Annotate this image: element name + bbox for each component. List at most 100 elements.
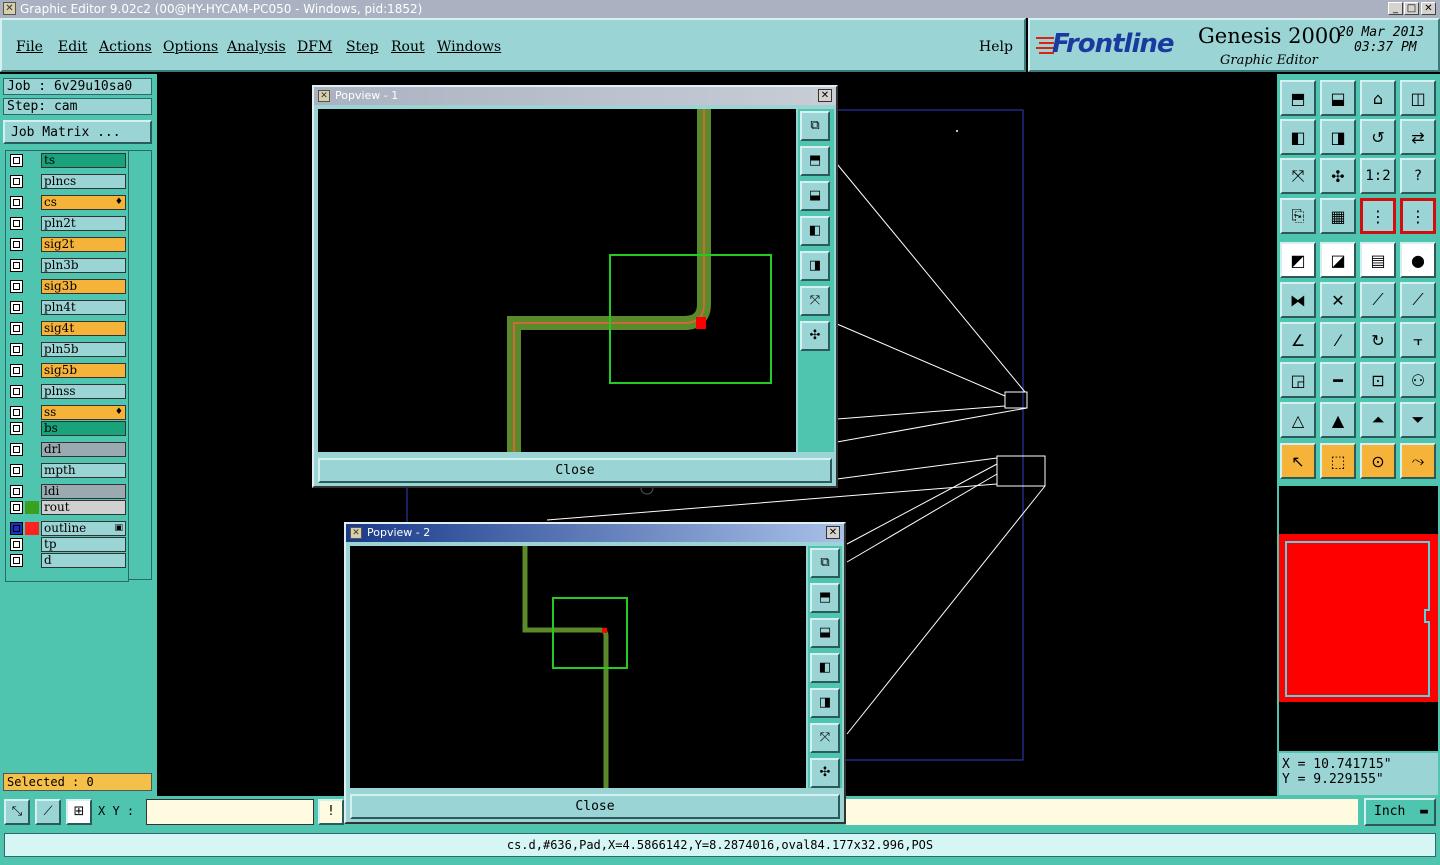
layer-row-plncs[interactable]: plncs — [8, 174, 126, 189]
snap-tool-icon[interactable]: ⎘ — [1280, 198, 1316, 234]
popview-zoom-out-icon[interactable]: ✣ — [810, 758, 840, 788]
ruler-icon[interactable]: ▤ — [1360, 242, 1396, 278]
window-icon[interactable]: ◫ — [1400, 80, 1436, 116]
layer-row-ldi[interactable]: ldi — [8, 484, 126, 499]
layer-checkbox[interactable] — [10, 522, 23, 535]
snap-icon[interactable]: ⤡ — [4, 799, 30, 825]
pad-node-icon[interactable]: ◲ — [1280, 362, 1316, 398]
layer-name[interactable]: sig3b — [41, 279, 126, 294]
zoom-home-icon[interactable]: ⬒ — [1280, 80, 1316, 116]
layer-name[interactable]: drl — [41, 442, 126, 457]
pointer-circle-icon[interactable]: ⊙ — [1360, 443, 1396, 479]
center-view-icon[interactable]: ✣ — [1320, 158, 1356, 194]
layer-row-pln5b[interactable]: pln5b — [8, 342, 126, 357]
popview-1-close-button[interactable]: Close — [318, 458, 832, 483]
popview-1-window[interactable]: ✕ Popview - 1 ✕ ⧉ ⬒ ⬓ ◧ ◨ ⤧ ✣ Close — [312, 85, 838, 488]
layer-name[interactable]: pln2t — [41, 216, 126, 231]
layer-row-cs[interactable]: cs ♦ — [8, 195, 126, 210]
menu-actions[interactable]: Actions — [99, 39, 152, 55]
layer-name[interactable]: pln5b — [41, 342, 126, 357]
xy-input[interactable] — [146, 799, 314, 825]
popview-2-canvas[interactable] — [350, 546, 806, 788]
popview-pan-up-icon[interactable]: ⬒ — [800, 146, 830, 176]
layer-checkbox[interactable] — [10, 554, 23, 567]
layer-checkbox[interactable] — [10, 217, 23, 230]
triangle-red-icon[interactable]: ⏷ — [1400, 402, 1436, 438]
warning-icon[interactable]: ! — [318, 799, 344, 825]
zoom-ratio-icon[interactable]: 1:2 — [1360, 158, 1396, 194]
cross-node-icon[interactable]: ✕ — [1320, 282, 1356, 318]
layer-row-sig5b[interactable]: sig5b — [8, 363, 126, 378]
overview-map[interactable] — [1279, 486, 1438, 751]
layer-name[interactable]: tp — [41, 537, 126, 552]
connect-nodes-icon[interactable]: ⧓ — [1280, 282, 1316, 318]
menu-windows[interactable]: Windows — [437, 39, 501, 55]
pointer-box-icon[interactable]: ⬚ — [1320, 443, 1356, 479]
draw-line-icon[interactable]: ◪ — [1320, 242, 1356, 278]
popview-pan-left-icon[interactable]: ◧ — [810, 653, 840, 683]
menu-rout[interactable]: Rout — [391, 39, 425, 55]
layer-row-sig3b[interactable]: sig3b — [8, 279, 126, 294]
popview-zoom-in-icon[interactable]: ⤧ — [800, 286, 830, 316]
pan-down-icon[interactable]: ⬓ — [1320, 80, 1356, 116]
layer-row-plnss[interactable]: plnss — [8, 384, 126, 399]
layer-checkbox[interactable] — [10, 364, 23, 377]
layer-row-pln3b[interactable]: pln3b — [8, 258, 126, 273]
popview-pan-up-icon[interactable]: ⬒ — [810, 583, 840, 613]
layer-name[interactable]: sig5b — [41, 363, 126, 378]
flip-icon[interactable]: ⇄ — [1400, 119, 1436, 155]
layer-checkbox[interactable] — [10, 301, 23, 314]
fit-view-icon[interactable]: ⤧ — [1280, 158, 1316, 194]
layer-row-sig2t[interactable]: sig2t — [8, 237, 126, 252]
group-circles-icon[interactable]: ⚇ — [1400, 362, 1436, 398]
pan-left-icon[interactable]: ◧ — [1280, 119, 1316, 155]
maximize-button[interactable]: □ — [1404, 2, 1419, 15]
grid-snap-icon[interactable]: ⊡ — [1360, 362, 1396, 398]
layer-checkbox[interactable] — [10, 343, 23, 356]
popview-pan-down-icon[interactable]: ⬓ — [810, 618, 840, 648]
layer-row-outline[interactable]: outline ▣ — [8, 521, 126, 536]
angle-icon[interactable]: ∠ — [1280, 322, 1316, 358]
layer-name[interactable]: ts — [41, 153, 126, 168]
layer-checkbox[interactable] — [10, 154, 23, 167]
layer-name[interactable]: pln3b — [41, 258, 126, 273]
layer-row-pln2t[interactable]: pln2t — [8, 216, 126, 231]
popview-1-canvas[interactable] — [318, 109, 796, 452]
pointer-icon[interactable]: ↖ — [1280, 443, 1316, 479]
pan-right-icon[interactable]: ◨ — [1320, 119, 1356, 155]
layer-row-rout[interactable]: rout — [8, 500, 126, 515]
menu-help[interactable]: Help — [979, 39, 1013, 55]
layer-scrollbar[interactable] — [128, 150, 152, 580]
help-icon[interactable]: ? — [1400, 158, 1436, 194]
triangle-up-icon[interactable]: ▲ — [1320, 402, 1356, 438]
close-window-button[interactable]: ✕ — [1421, 2, 1436, 15]
menu-file[interactable]: File — [16, 39, 43, 55]
layer-checkbox[interactable] — [10, 501, 23, 514]
job-matrix-button[interactable]: Job Matrix ... — [3, 120, 152, 144]
layer-checkbox[interactable] — [10, 196, 23, 209]
layer-row-mpth[interactable]: mpth — [8, 463, 126, 478]
layer-checkbox[interactable] — [10, 385, 23, 398]
house-icon[interactable]: ⌂ — [1360, 80, 1396, 116]
layer-name[interactable]: rout — [41, 500, 126, 515]
layer-checkbox[interactable] — [10, 238, 23, 251]
menu-step[interactable]: Step — [346, 39, 378, 55]
app-icon[interactable]: ✕ — [3, 2, 16, 15]
layer-row-sig4t[interactable]: sig4t — [8, 321, 126, 336]
popview-1-titlebar[interactable]: ✕ Popview - 1 ✕ — [314, 87, 836, 105]
layer-checkbox[interactable] — [10, 322, 23, 335]
layer-row-pln4t[interactable]: pln4t — [8, 300, 126, 315]
layer-checkbox[interactable] — [10, 422, 23, 435]
node-link2-icon[interactable]: ⟋ — [1400, 282, 1436, 318]
layer-checkbox[interactable] — [10, 538, 23, 551]
popview-zoom-in-icon[interactable]: ⤧ — [810, 723, 840, 753]
popview-zoom-home-icon[interactable]: ⧉ — [810, 548, 840, 578]
layer-checkbox[interactable] — [10, 259, 23, 272]
layer-name[interactable]: outline ▣ — [41, 521, 126, 536]
popview-1-close-icon[interactable]: ✕ — [818, 89, 832, 102]
popview-pan-right-icon[interactable]: ◨ — [800, 251, 830, 281]
grid-icon[interactable]: ⊞ — [66, 799, 92, 825]
layer-name[interactable]: cs ♦ — [41, 195, 126, 210]
layer-checkbox[interactable] — [10, 175, 23, 188]
popview-pan-right-icon[interactable]: ◨ — [810, 688, 840, 718]
